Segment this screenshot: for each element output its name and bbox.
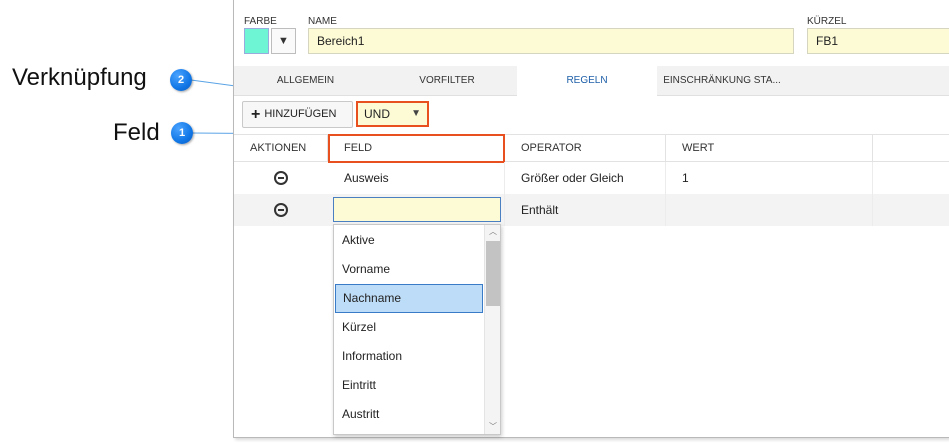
rule-editor-panel: FARBE ▼ NAME Bereich1 KÜRZEL FB1 ALLGEME… bbox=[233, 0, 949, 438]
annotation-badge-1: 1 bbox=[171, 122, 193, 144]
tab-einschraenkung[interactable]: EINSCHRÄNKUNG STA... bbox=[657, 66, 787, 96]
tab-bar: ALLGEMEIN VORFILTER REGELN EINSCHRÄNKUNG… bbox=[234, 66, 949, 96]
color-swatch[interactable] bbox=[244, 28, 269, 54]
cell-wert[interactable]: 1 bbox=[666, 162, 873, 194]
remove-circle-icon[interactable] bbox=[274, 203, 288, 217]
add-rule-label: HINZUFÜGEN bbox=[264, 108, 337, 120]
dropdown-option[interactable]: Aktive bbox=[334, 226, 484, 255]
feld-edit-input[interactable] bbox=[333, 197, 501, 222]
dropdown-option-selected[interactable]: Nachname bbox=[335, 284, 483, 313]
dropdown-option[interactable]: Information bbox=[334, 342, 484, 371]
dropdown-option[interactable]: Austritt bbox=[334, 400, 484, 429]
remove-circle-icon[interactable] bbox=[274, 171, 288, 185]
chevron-down-icon[interactable]: ﹀ bbox=[485, 420, 501, 434]
cell-wert[interactable] bbox=[666, 194, 873, 226]
table-row: Ausweis Größer oder Gleich 1 bbox=[234, 162, 949, 194]
verknuepfung-select[interactable]: UND ▼ bbox=[356, 101, 429, 127]
triangle-down-icon: ▼ bbox=[278, 35, 289, 47]
scrollbar-thumb[interactable] bbox=[486, 241, 500, 306]
kuerzel-field[interactable]: FB1 bbox=[807, 28, 949, 54]
farbe-label: FARBE bbox=[244, 16, 277, 27]
plus-icon: + bbox=[251, 106, 261, 123]
column-header-aktionen: AKTIONEN bbox=[234, 135, 328, 162]
cell-feld[interactable]: Ausweis bbox=[328, 162, 505, 194]
dropdown-option[interactable]: Kürzel bbox=[334, 313, 484, 342]
tab-vorfilter[interactable]: VORFILTER bbox=[377, 66, 517, 96]
name-field[interactable]: Bereich1 bbox=[308, 28, 794, 54]
feld-dropdown-list: Aktive Vorname Nachname Kürzel Informati… bbox=[333, 224, 501, 435]
color-dropdown-button[interactable]: ▼ bbox=[271, 28, 296, 54]
name-label: NAME bbox=[308, 16, 337, 27]
tab-regeln[interactable]: REGELN bbox=[517, 66, 657, 96]
dropdown-option[interactable]: Eintritt bbox=[334, 371, 484, 400]
dropdown-option[interactable]: Vorname bbox=[334, 255, 484, 284]
column-header-operator[interactable]: OPERATOR bbox=[505, 135, 666, 162]
column-header-wert[interactable]: WERT bbox=[666, 135, 873, 162]
annotation-feld-label: Feld bbox=[113, 119, 160, 146]
dropdown-scrollbar[interactable]: ︿ ﹀ bbox=[484, 225, 500, 434]
cell-operator[interactable]: Enthält bbox=[505, 194, 666, 226]
tab-allgemein[interactable]: ALLGEMEIN bbox=[234, 66, 377, 96]
add-rule-button[interactable]: + HINZUFÜGEN bbox=[242, 101, 353, 128]
triangle-down-icon: ▼ bbox=[411, 108, 421, 119]
verknuepfung-value: UND bbox=[364, 107, 390, 121]
kuerzel-label: KÜRZEL bbox=[807, 16, 847, 27]
annotation-badge-2: 2 bbox=[170, 69, 192, 91]
feld-highlight bbox=[328, 134, 505, 163]
annotation-verknuepfung-label: Verknüpfung bbox=[12, 64, 147, 91]
chevron-up-icon[interactable]: ︿ bbox=[485, 225, 501, 239]
cell-operator[interactable]: Größer oder Gleich bbox=[505, 162, 666, 194]
